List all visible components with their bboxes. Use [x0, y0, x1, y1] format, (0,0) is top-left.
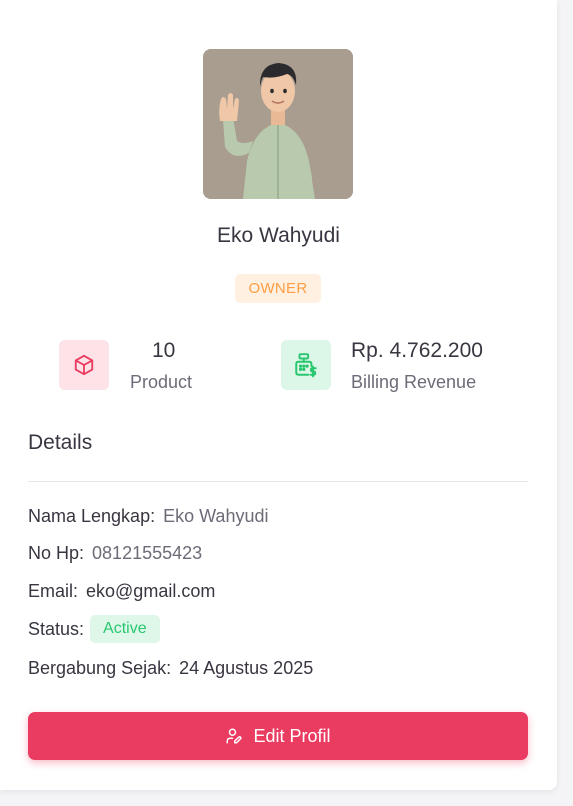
- revenue-stat-icon-box: [281, 340, 331, 390]
- detail-row-status: Status: Active: [28, 615, 160, 643]
- edit-profile-button[interactable]: Edit Profil: [28, 712, 528, 760]
- cube-icon: [74, 354, 94, 376]
- avatar: [203, 49, 353, 199]
- product-stat-icon-box: [59, 340, 109, 390]
- status-label: Status:: [28, 618, 85, 639]
- phone-value: 08121555423: [92, 543, 203, 563]
- full-name-value: Eko Wahyudi: [163, 506, 269, 526]
- user-avatar-illustration: [203, 49, 353, 199]
- cash-register-icon: [295, 353, 317, 378]
- details-heading: Details: [28, 431, 93, 454]
- detail-row-full-name: Nama Lengkap: Eko Wahyudi: [28, 506, 268, 527]
- details-divider: [28, 481, 528, 482]
- joined-value: 24 Agustus 2025: [179, 658, 314, 678]
- email-value: eko@gmail.com: [86, 581, 216, 601]
- full-name-label: Nama Lengkap:: [28, 506, 156, 526]
- revenue-amount: Rp. 4.762.200: [351, 339, 483, 362]
- product-count: 10: [152, 339, 176, 362]
- joined-label: Bergabung Sejak:: [28, 658, 172, 678]
- email-label: Email:: [28, 581, 79, 601]
- edit-profile-label: Edit Profil: [253, 725, 331, 746]
- revenue-label: Billing Revenue: [351, 372, 477, 392]
- profile-name: Eko Wahyudi: [217, 224, 340, 247]
- status-badge: Active: [90, 615, 160, 643]
- phone-label: No Hp:: [28, 543, 85, 563]
- product-label: Product: [130, 372, 193, 392]
- detail-row-joined: Bergabung Sejak: 24 Agustus 2025: [28, 658, 313, 679]
- detail-row-phone: No Hp: 08121555423: [28, 543, 202, 564]
- detail-row-email: Email: eko@gmail.com: [28, 581, 215, 602]
- user-edit-icon: [225, 727, 243, 745]
- profile-card: Eko Wahyudi OWNER 10 Product Rp. 4.762.2…: [0, 0, 557, 790]
- role-badge: OWNER: [235, 274, 321, 303]
